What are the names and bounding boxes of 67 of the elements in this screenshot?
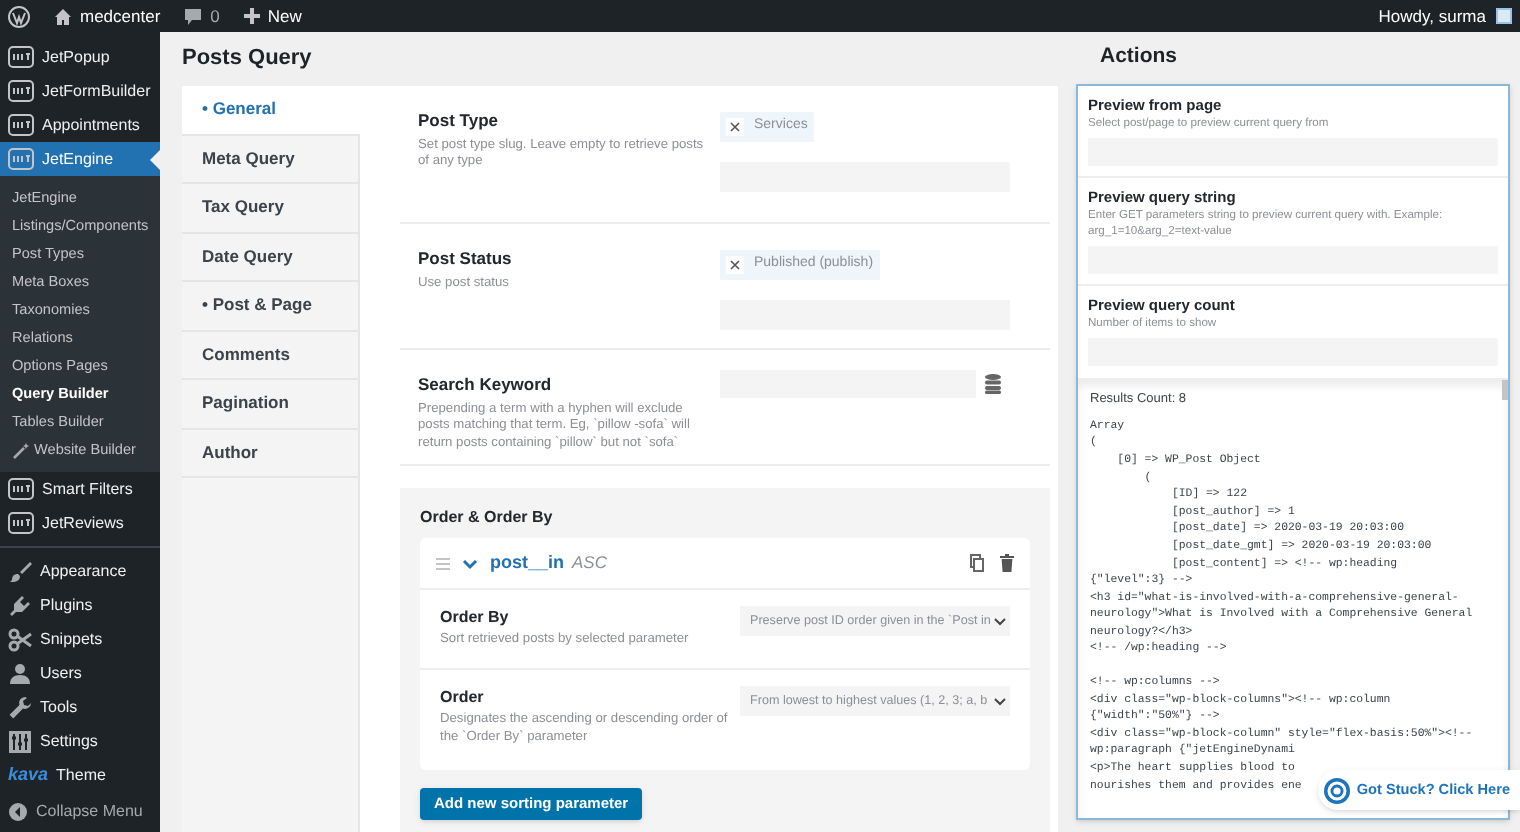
new-link[interactable]: New — [267, 3, 302, 29]
user-icon — [8, 661, 32, 685]
wordpress-logo-icon[interactable] — [8, 5, 30, 27]
query-tab[interactable]: Date Query — [182, 233, 358, 282]
collapse-icon — [8, 801, 28, 821]
query-tab[interactable]: Comments — [182, 331, 358, 380]
query-tab[interactable]: • Post & Page — [182, 282, 358, 331]
plugin-icon — [8, 512, 34, 534]
field-label: Search Keyword — [418, 372, 554, 398]
scissors-icon — [8, 627, 32, 651]
field-label: Order By — [440, 606, 511, 630]
actions-title: Actions — [1098, 42, 1180, 73]
sidebar-item[interactable]: Settings — [0, 724, 160, 758]
plug-icon — [8, 593, 32, 617]
site-name-link[interactable]: medcenter — [80, 3, 161, 29]
home-icon — [54, 7, 72, 25]
collapse-menu-button[interactable]: Collapse Menu — [0, 794, 160, 828]
scrollbar-thumb[interactable] — [1502, 380, 1508, 400]
plus-icon — [243, 8, 260, 24]
avatar-icon[interactable] — [1496, 8, 1512, 24]
remove-icon[interactable] — [726, 118, 744, 136]
database-icon[interactable] — [984, 374, 1002, 394]
comment-icon — [184, 7, 203, 25]
dropdown-caret-icon — [994, 697, 1006, 705]
chevron-icon[interactable] — [462, 557, 478, 569]
sidebar-item[interactable]: Snippets — [0, 622, 160, 656]
query-tab[interactable]: Author — [182, 429, 358, 478]
sidebar-item[interactable]: Appearance — [0, 554, 160, 588]
sort-direction: ASC — [572, 550, 607, 576]
theme-logo: kava — [8, 761, 49, 788]
sidebar-item[interactable]: JetEngine — [0, 142, 160, 176]
page-title: Posts Query — [182, 44, 314, 75]
query-tab[interactable]: Tax Query — [182, 184, 358, 233]
wand-icon — [12, 441, 30, 459]
sidebar-item[interactable]: Tools — [0, 690, 160, 724]
copy-icon[interactable] — [970, 554, 984, 572]
sidebar-item[interactable]: Appointments — [0, 108, 160, 142]
dropdown-caret-icon — [994, 617, 1006, 625]
drag-handle-icon[interactable] — [436, 557, 450, 569]
plugin-icon — [8, 114, 34, 136]
plugin-icon — [8, 478, 34, 500]
query-tab[interactable]: Pagination — [182, 380, 358, 429]
greeting-link[interactable]: Howdy, surma — [1378, 3, 1486, 29]
comment-count[interactable]: 0 — [210, 3, 220, 29]
wrench-icon — [8, 695, 32, 719]
sort-key: post__in — [490, 549, 565, 577]
query-tab[interactable]: Meta Query — [182, 135, 358, 184]
settings-icon — [8, 729, 32, 753]
trash-icon[interactable] — [1000, 554, 1014, 572]
field-label: Post Type — [418, 108, 500, 134]
sidebar-item[interactable]: Plugins — [0, 588, 160, 622]
field-label: Order — [440, 686, 486, 710]
lifebuoy-icon — [1324, 777, 1351, 803]
field-label: Post Status — [418, 246, 514, 272]
plugin-icon — [8, 148, 34, 170]
sidebar-item[interactable]: Smart Filters — [0, 472, 160, 506]
paintbrush-icon — [8, 559, 32, 583]
sidebar-item[interactable]: JetPopup — [0, 40, 160, 74]
section-title: Order & Order By — [420, 506, 553, 530]
sidebar-item[interactable]: Users — [0, 656, 160, 690]
remove-icon[interactable] — [726, 256, 744, 274]
sidebar-item[interactable]: JetFormBuilder — [0, 74, 160, 108]
sidebar-item[interactable]: JetReviews — [0, 506, 160, 540]
plugin-icon — [8, 80, 34, 102]
query-tab[interactable]: • General — [182, 86, 360, 135]
sidebar-item[interactable]: kava Theme — [0, 758, 160, 792]
plugin-icon — [8, 46, 34, 68]
